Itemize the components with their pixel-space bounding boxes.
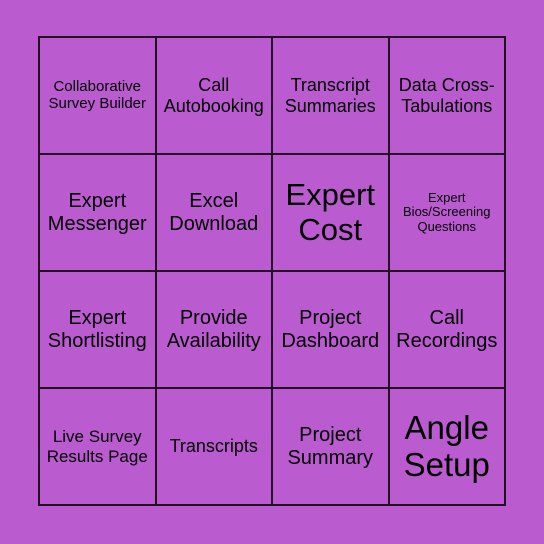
bingo-cell[interactable]: Expert Cost [273, 155, 388, 270]
bingo-cell[interactable]: Expert Messenger [40, 155, 155, 270]
bingo-cell[interactable]: Project Dashboard [273, 272, 388, 387]
bingo-cell[interactable]: Call Autobooking [156, 38, 271, 153]
bingo-cell[interactable]: Excel Download [156, 155, 271, 270]
bingo-cell[interactable]: Collaborative Survey Builder [40, 38, 155, 153]
bingo-cell[interactable]: Call Recordings [389, 272, 504, 387]
bingo-cell[interactable]: Angle Setup [389, 389, 504, 504]
bingo-cell[interactable]: Project Summary [273, 389, 388, 504]
bingo-card-grid: Collaborative Survey Builder Call Autoboo… [38, 36, 506, 506]
bingo-cell[interactable]: Transcript Summaries [273, 38, 388, 153]
bingo-cell[interactable]: Transcripts [156, 389, 271, 504]
bingo-cell[interactable]: Provide Availability [156, 272, 271, 387]
bingo-cell[interactable]: Expert Bios/Screening Questions [389, 155, 504, 270]
bingo-cell[interactable]: Data Cross-Tabulations [389, 38, 504, 153]
bingo-cell[interactable]: Live Survey Results Page [40, 389, 155, 504]
bingo-cell[interactable]: Expert Shortlisting [40, 272, 155, 387]
